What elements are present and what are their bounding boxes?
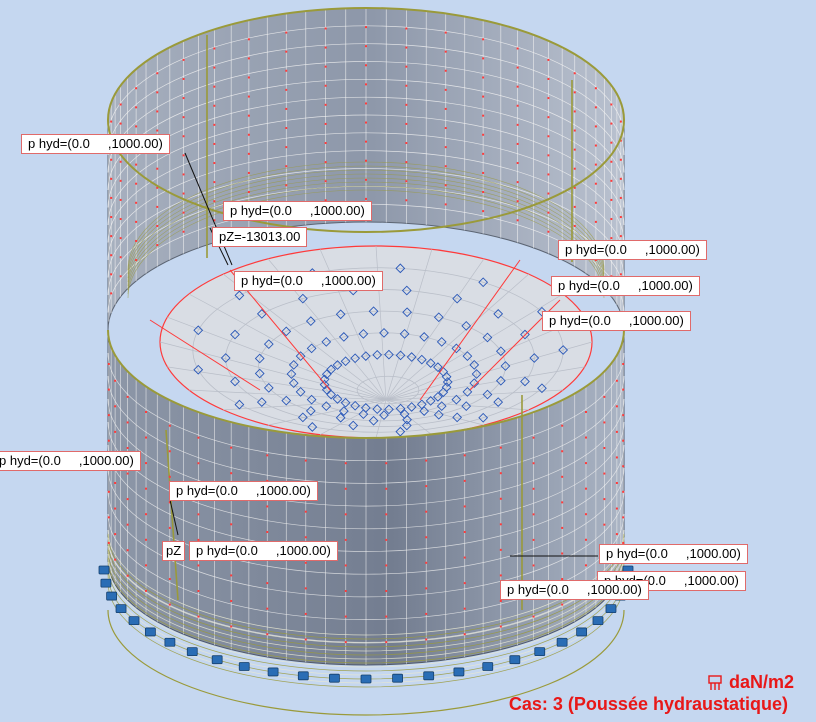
load-icon xyxy=(708,674,722,690)
load-label[interactable]: p hyd=(0.0 ,1000.00) xyxy=(551,276,700,296)
load-label[interactable]: pZ xyxy=(162,541,186,561)
load-label[interactable]: p hyd=(0.0 ,1000.00) xyxy=(234,271,383,291)
support-node xyxy=(329,673,340,683)
support-node xyxy=(605,604,617,614)
support-node xyxy=(297,671,309,681)
load-label[interactable]: pZ=-13013.00 xyxy=(212,227,308,247)
support-node xyxy=(100,578,112,588)
load-label[interactable]: p hyd=(0.0 ,1000.00) xyxy=(189,541,338,561)
support-node xyxy=(592,616,604,626)
load-label[interactable]: p hyd=(0.0 ,1000.00) xyxy=(599,544,748,564)
support-node xyxy=(534,647,546,656)
support-node xyxy=(144,627,156,637)
load-label[interactable]: p hyd=(0.0 ,1000.00) xyxy=(542,311,691,331)
load-label[interactable]: p hyd=(0.0 ,1000.00) xyxy=(500,580,649,600)
load-case-title: Cas: 3 (Poussée hydraustatique) xyxy=(508,694,788,714)
support-node xyxy=(556,637,568,647)
viewport-3d[interactable]: p hyd=(0.0 ,1000.00) p hyd=(0.0 ,1000.00… xyxy=(0,0,816,722)
support-node xyxy=(360,674,372,684)
support-node xyxy=(128,616,140,626)
support-node xyxy=(453,667,465,677)
support-node xyxy=(576,627,588,637)
support-node xyxy=(106,591,118,601)
tank-model xyxy=(98,7,634,716)
support-node xyxy=(423,671,435,681)
support-node xyxy=(164,637,176,647)
support-node xyxy=(238,662,250,671)
legend-unit: daN/m2 xyxy=(707,672,794,693)
load-label[interactable]: p hyd=(0.0 ,1000.00) xyxy=(558,240,707,260)
support-node xyxy=(211,655,223,665)
support-node xyxy=(186,647,198,656)
support-node xyxy=(482,662,494,671)
support-node xyxy=(98,565,110,575)
support-node xyxy=(392,673,403,683)
support-node xyxy=(267,667,279,677)
load-label[interactable]: p hyd=(0.0 ,1000.00) xyxy=(0,451,141,471)
support-node xyxy=(115,604,127,614)
support-node xyxy=(509,655,521,665)
load-label[interactable]: p hyd=(0.0 ,1000.00) xyxy=(223,201,372,221)
load-label[interactable]: p hyd=(0.0 ,1000.00) xyxy=(169,481,318,501)
unit-text: daN/m2 xyxy=(728,672,794,692)
load-label[interactable]: p hyd=(0.0 ,1000.00) xyxy=(21,134,170,154)
